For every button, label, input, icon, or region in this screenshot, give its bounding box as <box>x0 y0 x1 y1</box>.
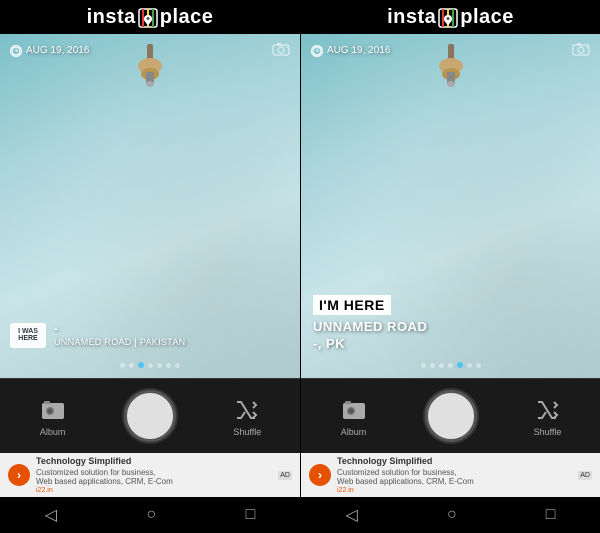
im-here-badge: I'M HERE <box>313 295 391 315</box>
ad-desc2-left: Web based applications, CRM, E-Com <box>36 477 272 487</box>
shuffle-icon-right <box>534 396 562 424</box>
shuffle-button-right[interactable]: Shuffle <box>534 396 562 437</box>
dot-left-6 <box>166 363 171 368</box>
dot-right-3 <box>439 363 444 368</box>
location-name-left: UNNAMED ROAD | PAKISTAN <box>54 337 185 347</box>
dots-bar-right <box>301 362 600 368</box>
logo-pin-icon-left <box>138 8 158 28</box>
iwas-text-line1: I WAS <box>18 328 38 336</box>
back-button-left[interactable]: ◁ <box>30 500 72 530</box>
shutter-button-right[interactable] <box>425 390 477 442</box>
ad-url-right: i22.in <box>337 487 572 494</box>
main-panels: insta place <box>0 0 600 533</box>
home-button-left[interactable]: ○ <box>131 501 171 529</box>
ad-badge-right: AD <box>578 471 592 480</box>
iwas-text-line2: HERE <box>18 335 37 343</box>
dot-right-2 <box>430 363 435 368</box>
album-icon-left <box>39 396 67 424</box>
date-text-right: AUG 19, 2016 <box>327 45 390 56</box>
dot-left-1 <box>120 363 125 368</box>
photo-area-left: AUG 19, 2016 I WAS HERE <box>0 34 300 378</box>
left-panel: insta place <box>0 0 300 533</box>
date-bar-left: AUG 19, 2016 <box>0 42 300 59</box>
photo-area-right: AUG 19, 2016 I'M HERE UNNAMED ROAD <box>301 34 600 378</box>
logo-pin-icon-right <box>438 8 458 28</box>
nav-bar-right: ◁ ○ □ <box>301 497 600 533</box>
shuffle-icon-left <box>233 396 261 424</box>
location-overlay-right: I'M HERE UNNAMED ROAD -, PK <box>301 295 600 353</box>
ad-desc-right: Customized solution for business, <box>337 468 572 478</box>
dot-right-1 <box>421 363 426 368</box>
date-left-panel: AUG 19, 2016 <box>10 45 89 57</box>
toolbar-left: Album Shuffle <box>0 378 300 453</box>
clock-icon-right <box>311 45 323 57</box>
ad-text-right: Technology Simplified Customized solutio… <box>337 456 572 494</box>
dot-left-2 <box>129 363 134 368</box>
logo-insta-left: insta <box>87 6 136 29</box>
ad-title-right: Technology Simplified <box>337 456 572 468</box>
toolbar-right: Album Shuffle <box>301 378 600 453</box>
dot-right-7 <box>476 363 481 368</box>
ad-banner-right: › Technology Simplified Customized solut… <box>301 453 600 497</box>
shutter-button-left[interactable] <box>124 390 176 442</box>
ad-banner-left: › Technology Simplified Customized solut… <box>0 453 300 497</box>
recent-button-right[interactable]: □ <box>531 501 571 529</box>
dot-left-4 <box>148 363 153 368</box>
location-text-left: - UNNAMED ROAD | PAKISTAN <box>54 323 185 347</box>
camera-icon-right[interactable] <box>572 42 590 59</box>
dot-left-5 <box>157 363 162 368</box>
home-button-right[interactable]: ○ <box>432 501 472 529</box>
date-text-left: AUG 19, 2016 <box>26 45 89 56</box>
album-label-right: Album <box>341 427 367 437</box>
album-icon-right <box>340 396 368 424</box>
app-header-right: insta place <box>301 0 600 34</box>
camera-icon-left[interactable] <box>272 42 290 59</box>
date-right-panel: AUG 19, 2016 <box>311 45 390 57</box>
logo-place-left: place <box>160 6 214 29</box>
dots-bar-left <box>0 362 300 368</box>
app-logo-left: insta place <box>0 6 300 29</box>
album-button-right[interactable]: Album <box>340 396 368 437</box>
album-button-left[interactable]: Album <box>39 396 67 437</box>
im-here-text: I'M HERE <box>313 295 391 315</box>
location-overlay-left: I WAS HERE - UNNAMED ROAD | PAKISTAN <box>0 323 300 348</box>
dot-right-5 <box>457 362 463 368</box>
dot-right-4 <box>448 363 453 368</box>
shuffle-label-right: Shuffle <box>534 427 562 437</box>
recent-button-left[interactable]: □ <box>231 501 271 529</box>
dot-left-3 <box>138 362 144 368</box>
nav-bar-left: ◁ ○ □ <box>0 497 300 533</box>
shuffle-label-left: Shuffle <box>233 427 261 437</box>
logo-insta-right: insta <box>387 6 436 29</box>
logo-place-right: place <box>460 6 514 29</box>
ad-url-left: i22.in <box>36 487 272 494</box>
app-header-left: insta place <box>0 0 300 34</box>
ad-arrow-right[interactable]: › <box>309 464 331 486</box>
album-label-left: Album <box>40 427 66 437</box>
location-line1-right: UNNAMED ROAD <box>313 319 588 336</box>
ad-desc2-right: Web based applications, CRM, E-Com <box>337 477 572 487</box>
right-panel: insta place <box>300 0 600 533</box>
ad-arrow-left[interactable]: › <box>8 464 30 486</box>
clock-icon-left <box>10 45 22 57</box>
back-button-right[interactable]: ◁ <box>331 500 373 530</box>
dot-right-6 <box>467 363 472 368</box>
ad-desc-left: Customized solution for business, <box>36 468 272 478</box>
iwas-badge: I WAS HERE <box>10 323 46 348</box>
shuffle-button-left[interactable]: Shuffle <box>233 396 261 437</box>
location-line2-right: -, PK <box>313 336 588 353</box>
location-dash: - <box>54 323 185 335</box>
ad-badge-left: AD <box>278 471 292 480</box>
dot-left-7 <box>175 363 180 368</box>
ad-text-left: Technology Simplified Customized solutio… <box>36 456 272 494</box>
date-bar-right: AUG 19, 2016 <box>301 42 600 59</box>
ad-title-left: Technology Simplified <box>36 456 272 468</box>
app-logo-right: insta place <box>301 6 600 29</box>
